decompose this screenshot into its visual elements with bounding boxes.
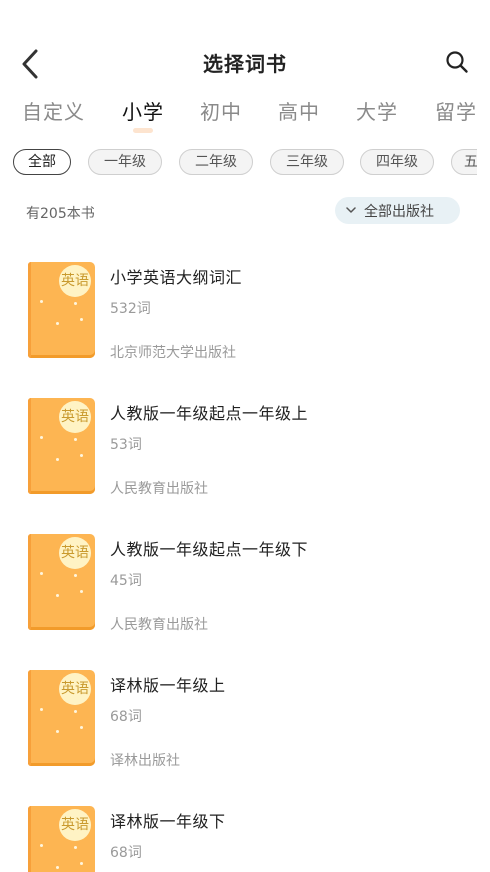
book-title: 小学英语大纲词汇 [110,268,243,287]
book-cover: 英语 [28,670,95,766]
cover-label: 英语 [59,809,91,841]
tab-junior[interactable]: 初中 [200,96,242,125]
search-button[interactable] [440,46,474,78]
book-title: 人教版一年级起点一年级下 [110,540,309,559]
book-item[interactable]: 英语 小学英语大纲词汇 532词 北京师范大学出版社 [0,242,490,362]
book-cover: 英语 [28,534,95,630]
chip-all[interactable]: 全部 [13,149,71,175]
book-publisher: 人民教育出版社 [110,481,208,497]
book-cover: 英语 [28,806,95,872]
book-title: 人教版一年级起点一年级上 [110,404,309,423]
grade-filter: 全部 一年级 二年级 三年级 四年级 五 [13,149,477,177]
top-bar: 选择词书 [0,0,490,92]
tab-primary[interactable]: 小学 [122,96,164,125]
cover-label: 英语 [59,401,91,433]
publisher-filter-button[interactable]: 全部出版社 [335,197,460,224]
cover-label: 英语 [59,265,91,297]
chevron-down-icon [346,207,356,213]
chip-grade-2[interactable]: 二年级 [179,149,253,175]
chip-grade-1[interactable]: 一年级 [88,149,162,175]
tab-custom[interactable]: 自定义 [22,96,85,125]
book-item[interactable]: 英语 译林版一年级下 68词 [0,786,490,872]
active-tab-indicator [133,128,153,133]
search-icon [446,51,468,73]
chip-grade-3[interactable]: 三年级 [270,149,344,175]
chip-grade-5[interactable]: 五 [451,149,477,175]
book-item[interactable]: 英语 译林版一年级上 68词 译林出版社 [0,650,490,770]
book-title: 译林版一年级上 [110,676,226,695]
cover-label: 英语 [59,673,91,705]
book-publisher: 译林出版社 [110,753,180,769]
book-cover: 英语 [28,398,95,494]
cover-label: 英语 [59,537,91,569]
tab-study-abroad[interactable]: 留学 [435,96,477,125]
level-tabs: 自定义 小学 初中 高中 大学 留学 [22,96,490,136]
book-item[interactable]: 英语 人教版一年级起点一年级上 53词 人民教育出版社 [0,378,490,498]
book-word-count: 68词 [110,845,142,861]
book-word-count: 45词 [110,573,142,589]
book-item[interactable]: 英语 人教版一年级起点一年级下 45词 人民教育出版社 [0,514,490,634]
book-cover: 英语 [28,262,95,358]
book-publisher: 人民教育出版社 [110,617,208,633]
book-title: 译林版一年级下 [110,812,226,831]
book-word-count: 68词 [110,709,142,725]
book-word-count: 532词 [110,301,151,317]
page-title: 选择词书 [203,52,287,76]
publisher-filter-label: 全部出版社 [364,203,434,220]
book-count: 有205本书 [26,206,95,222]
book-word-count: 53词 [110,437,142,453]
chip-grade-4[interactable]: 四年级 [360,149,434,175]
tab-senior[interactable]: 高中 [278,96,320,125]
book-publisher: 北京师范大学出版社 [110,345,236,361]
tab-college[interactable]: 大学 [356,96,398,125]
